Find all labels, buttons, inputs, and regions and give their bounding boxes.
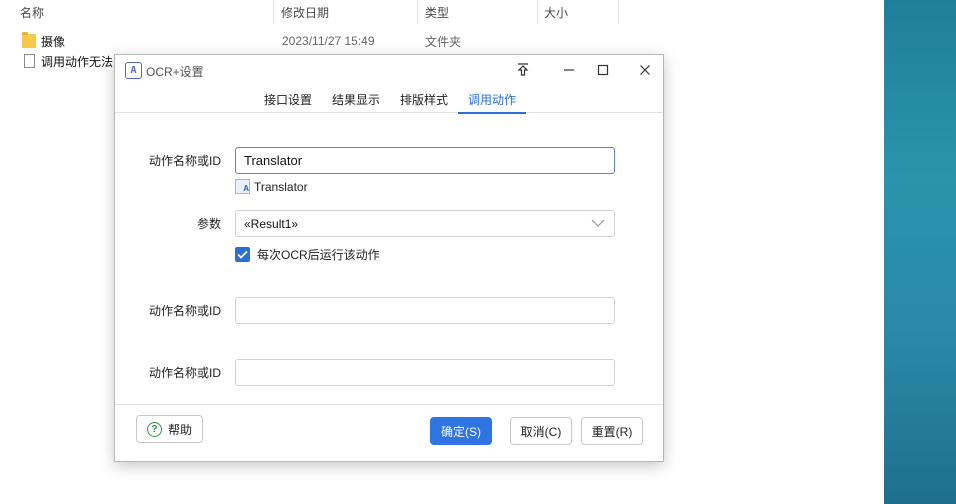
dialog-title: OCR+设置 <box>146 65 204 79</box>
action3-label: 动作名称或ID <box>148 366 221 380</box>
maximize-icon <box>597 64 609 76</box>
checkmark-icon <box>237 250 248 259</box>
params-dropdown[interactable]: «Result1» <box>235 210 615 237</box>
column-separator[interactable] <box>618 0 619 24</box>
document-icon <box>24 54 35 68</box>
ocr-app-icon: A <box>125 62 142 79</box>
help-label: 帮助 <box>167 422 192 437</box>
tab-layout-style[interactable]: 排版样式 <box>399 91 449 113</box>
run-after-ocr-checkbox[interactable] <box>235 247 250 262</box>
help-icon: ? <box>146 421 162 437</box>
file-name: 调用动作无法 <box>41 54 114 69</box>
cancel-button[interactable]: 取消(C) <box>510 417 572 445</box>
column-header-type[interactable]: 类型 <box>425 0 449 24</box>
suggestion-label: Translator <box>254 179 308 194</box>
action1-label: 动作名称或ID <box>148 154 221 168</box>
params-label: 参数 <box>196 217 221 231</box>
action2-label: 动作名称或ID <box>148 304 221 318</box>
action2-name-input[interactable] <box>235 297 615 324</box>
help-button[interactable]: ? 帮助 <box>136 415 203 443</box>
minimize-icon <box>564 69 574 71</box>
run-after-ocr-row[interactable]: 每次OCR后运行该动作 <box>235 246 380 263</box>
file-row[interactable]: 摄像 2023/11/27 15:49 文件夹 <box>0 31 884 51</box>
ocr-settings-dialog: A OCR+设置 接口设置 结果显示 排版样式 调用动作 动作名称或ID A T… <box>114 54 664 462</box>
file-modified: 2023/11/27 15:49 <box>282 34 375 48</box>
file-type: 文件夹 <box>425 34 462 49</box>
tab-invoke-action[interactable]: 调用动作 <box>458 91 526 114</box>
ok-button[interactable]: 确定(S) <box>430 417 492 445</box>
close-icon <box>640 65 650 75</box>
translator-action-icon: A <box>235 179 250 194</box>
footer-divider <box>115 404 663 405</box>
tab-result-display[interactable]: 结果显示 <box>331 91 381 113</box>
file-name: 摄像 <box>41 34 66 49</box>
action3-name-input[interactable] <box>235 359 615 386</box>
dialog-titlebar[interactable]: A OCR+设置 <box>115 55 663 85</box>
reset-button[interactable]: 重置(R) <box>581 417 643 445</box>
desktop-wallpaper <box>884 0 956 504</box>
settings-tabs: 接口设置 结果显示 排版样式 调用动作 <box>115 87 663 114</box>
minimize-button[interactable] <box>556 59 582 81</box>
action-suggestion[interactable]: A Translator <box>235 179 308 194</box>
action1-name-input[interactable] <box>235 147 615 174</box>
column-header-modified[interactable]: 修改日期 <box>281 0 329 24</box>
close-button[interactable] <box>632 59 658 81</box>
pin-button[interactable] <box>510 59 536 81</box>
column-separator[interactable] <box>417 0 418 24</box>
run-after-ocr-label: 每次OCR后运行该动作 <box>257 248 380 262</box>
column-separator[interactable] <box>537 0 538 24</box>
column-header-size[interactable]: 大小 <box>544 0 568 24</box>
chevron-down-icon <box>591 219 605 227</box>
column-header-name[interactable]: 名称 <box>20 0 44 24</box>
pin-icon <box>517 63 529 76</box>
column-separator[interactable] <box>273 0 274 24</box>
params-value: «Result1» <box>244 216 299 231</box>
tab-interface-settings[interactable]: 接口设置 <box>263 91 313 113</box>
maximize-button[interactable] <box>590 59 616 81</box>
folder-icon <box>22 32 36 48</box>
